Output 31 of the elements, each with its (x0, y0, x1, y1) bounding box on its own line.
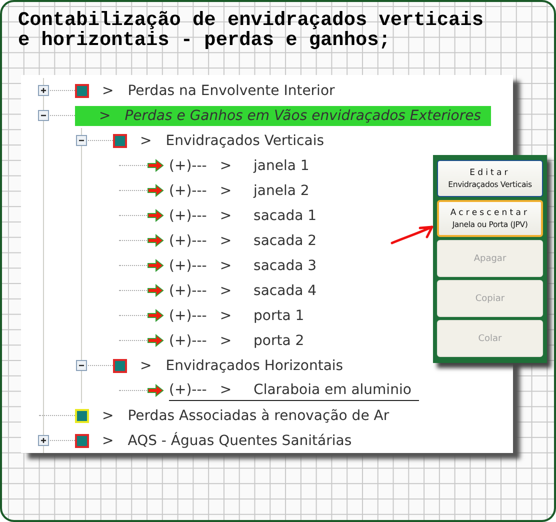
expand-icon[interactable] (38, 435, 49, 446)
expand-icon[interactable] (38, 85, 49, 96)
arrow-icon (147, 184, 164, 197)
tree-item[interactable]: (+)--- > Claraboia em aluminio (169, 380, 420, 401)
tree-item[interactable]: (+)--- > porta 2 (169, 330, 312, 350)
page-title: Contabilização de envidraçados verticais e horizontais - perdas e ganhos; (18, 10, 484, 50)
collapse-icon[interactable] (76, 135, 87, 146)
arrow-icon (147, 284, 164, 297)
tree-item[interactable]: (+)--- > sacada 2 (169, 230, 325, 250)
arrow-icon (147, 209, 164, 222)
tree-item[interactable]: > Perdas na Envolvente Interior (99, 80, 343, 100)
tree-item[interactable]: (+)--- > sacada 4 (169, 280, 325, 300)
arrow-icon (147, 384, 164, 397)
collapse-icon[interactable] (38, 110, 49, 121)
tree-item[interactable]: (+)--- > sacada 3 (169, 256, 325, 276)
pointer-arrow-icon (390, 224, 436, 246)
tree-item[interactable]: > Envidraçados Verticais (137, 130, 332, 150)
arrow-icon (147, 259, 164, 272)
collapse-icon[interactable] (76, 360, 87, 371)
tree-item[interactable]: > Perdas Associadas à renovação de Ar (99, 406, 398, 426)
tree-item[interactable]: (+)--- > janela 2 (169, 180, 318, 200)
tree-item[interactable]: > Envidraçados Horizontais (137, 356, 352, 376)
tree-item[interactable]: > AQS - Águas Quentes Sanitárias (99, 430, 360, 450)
tree-item[interactable]: (+)--- > janela 1 (169, 156, 318, 176)
arrow-icon (147, 309, 164, 322)
arrow-icon (147, 334, 164, 347)
tree-item[interactable]: > Perdas e Ganhos em Vãos envidraçados Exteriores (75, 106, 492, 126)
tree-item[interactable]: (+)--- > porta 1 (169, 306, 312, 326)
arrow-icon (147, 234, 164, 247)
arrow-icon (147, 159, 164, 172)
tree-item[interactable]: (+)--- > sacada 1 (169, 206, 325, 226)
